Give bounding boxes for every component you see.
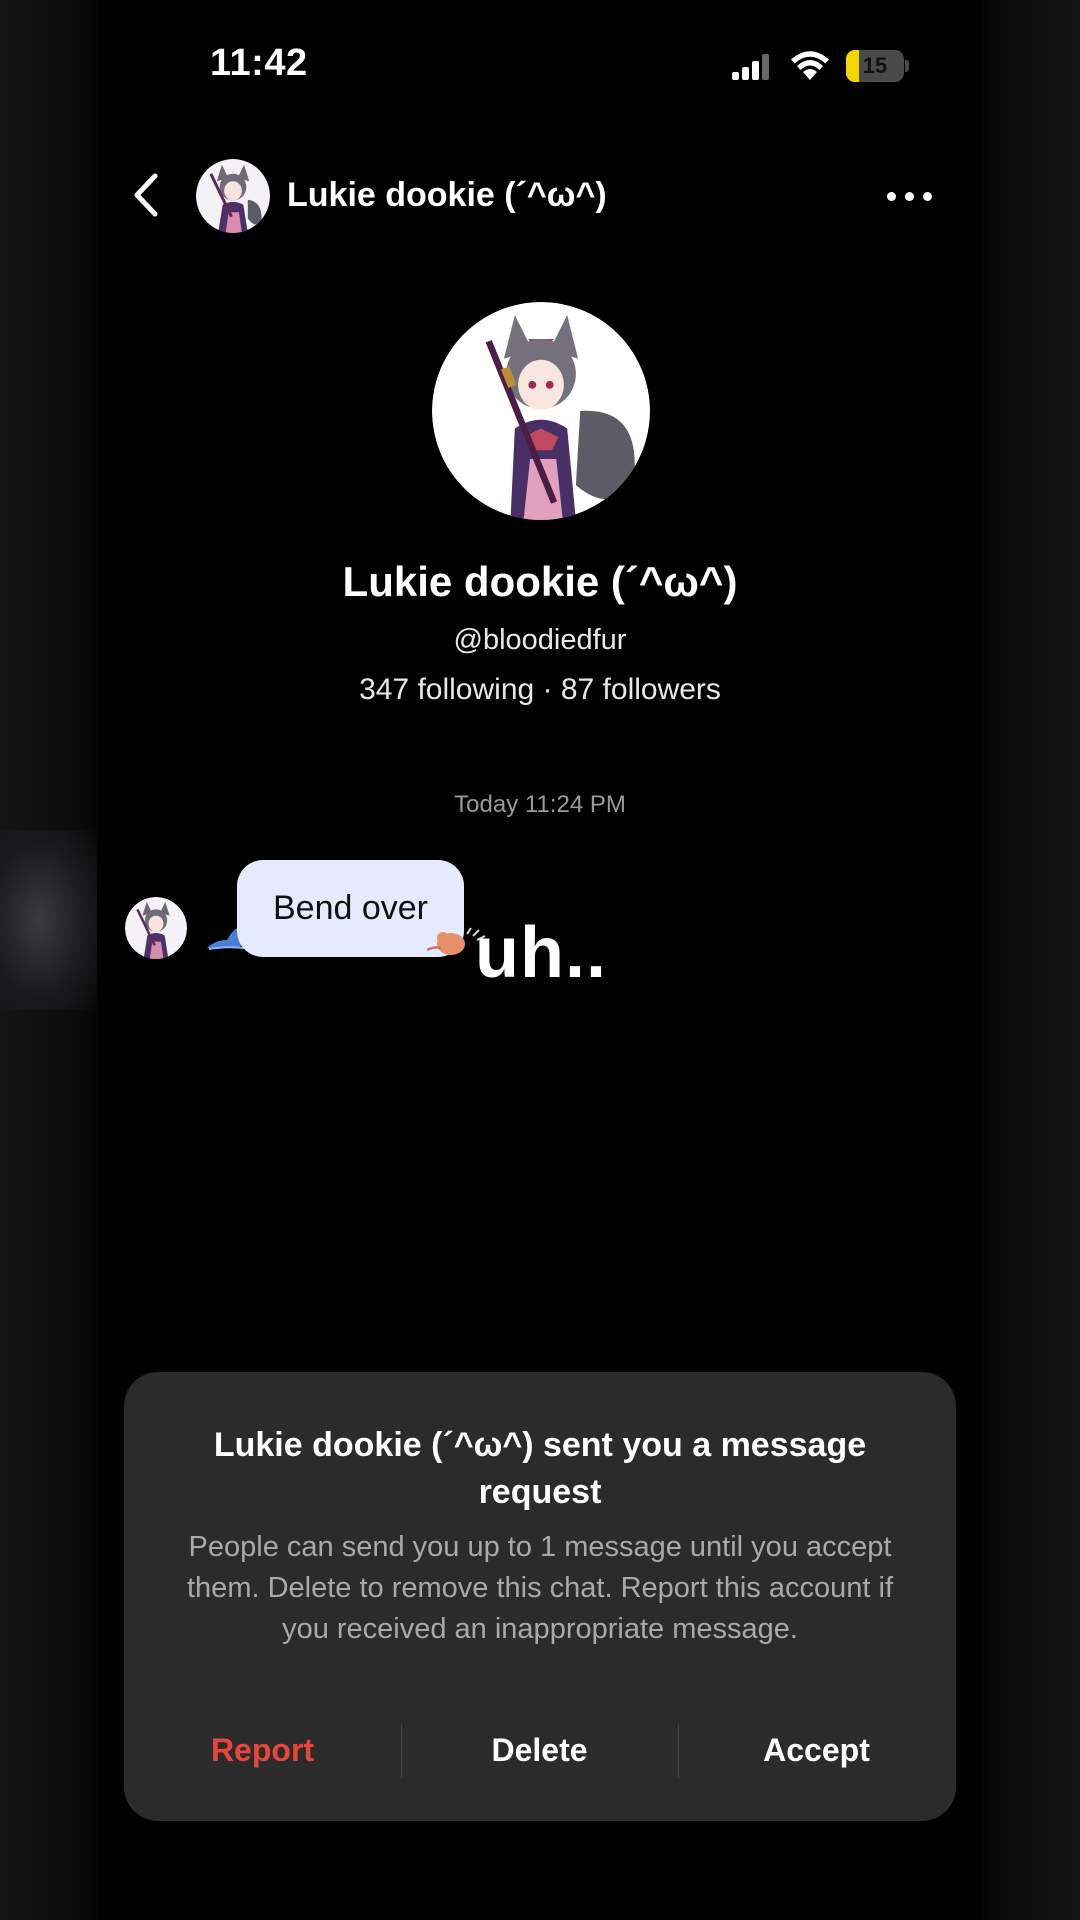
message-timestamp: Today 11:24 PM <box>454 791 626 818</box>
wifi-icon <box>791 51 829 80</box>
header-avatar[interactable] <box>196 159 270 233</box>
accept-button[interactable]: Accept <box>678 1720 955 1780</box>
profile-handle: @bloodiedfur <box>453 624 627 656</box>
delete-button[interactable]: Delete <box>401 1720 678 1780</box>
profile-stats: 347 following · 87 followers <box>359 673 721 706</box>
battery-tip <box>905 60 909 72</box>
battery-level: 15 <box>862 53 888 78</box>
background-blur-left <box>0 0 97 1920</box>
message-sender-avatar[interactable] <box>125 897 187 959</box>
overlay-caption: uh.. <box>475 913 607 993</box>
chevron-left-icon <box>134 173 158 217</box>
request-description: People can send you up to 1 message unti… <box>187 1531 893 1645</box>
request-title: Lukie dookie (´^ω^) sent you a message r… <box>213 1426 867 1511</box>
report-button[interactable]: Report <box>124 1720 401 1780</box>
request-actions: Report Delete Accept <box>124 1720 956 1780</box>
cellular-signal-icon <box>732 54 772 80</box>
profile-name: Lukie dookie (´^ω^) <box>342 558 738 605</box>
profile-avatar[interactable] <box>432 302 650 520</box>
back-button[interactable] <box>125 170 165 220</box>
status-time: 11:42 <box>210 42 308 84</box>
more-options-button[interactable] <box>887 178 933 214</box>
blurred-shape <box>0 830 97 1010</box>
background-blur-right <box>983 0 1080 1920</box>
battery-icon: 15 <box>846 50 904 82</box>
header-title[interactable]: Lukie dookie (´^ω^) <box>287 176 607 215</box>
phone-screen: 11:42 15 Lukie dookie (´^ω^) Lukie dooki… <box>97 0 983 1920</box>
message-request-card: Lukie dookie (´^ω^) sent you a message r… <box>124 1372 956 1821</box>
